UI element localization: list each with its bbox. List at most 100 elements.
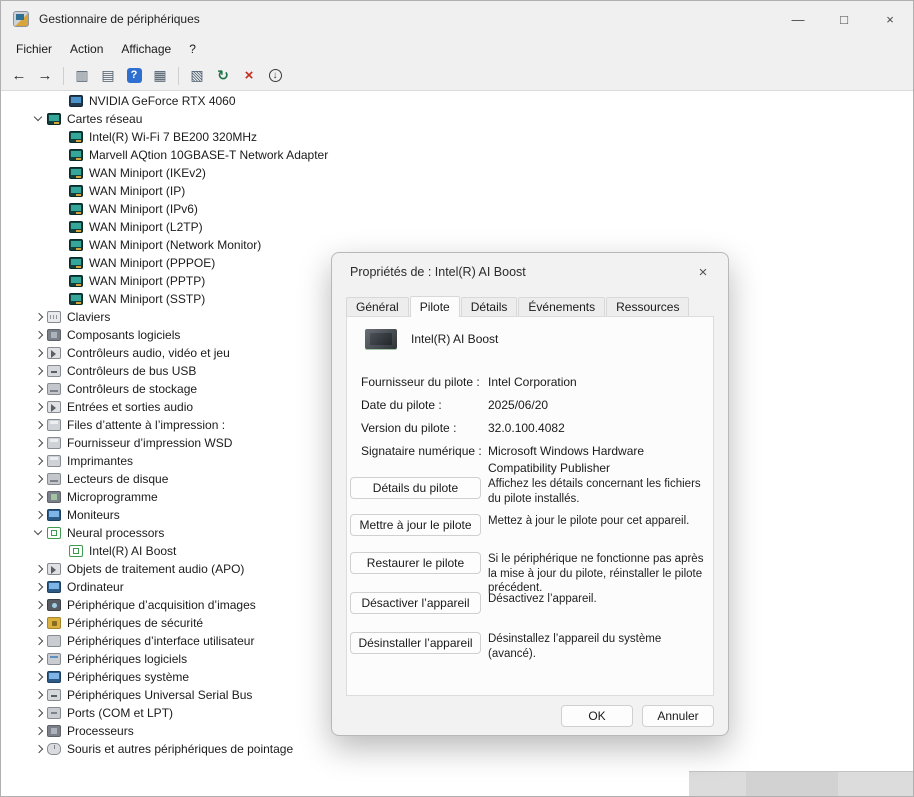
tab-details[interactable]: Détails bbox=[461, 297, 518, 316]
tree-item[interactable]: WAN Miniport (L2TP) bbox=[1, 218, 913, 236]
leaf-spacer bbox=[53, 183, 69, 199]
help-button[interactable]: ? bbox=[122, 64, 146, 88]
menu-item-?[interactable]: ? bbox=[180, 39, 205, 59]
tree-item[interactable]: Souris et autres périphériques de pointa… bbox=[1, 740, 913, 758]
tree-item[interactable]: WAN Miniport (IPv6) bbox=[1, 200, 913, 218]
tree-item-label: Microprogramme bbox=[67, 490, 158, 504]
tree-item-label: Souris et autres périphériques de pointa… bbox=[67, 742, 293, 756]
disable-device-description: Désactivez l’appareil. bbox=[488, 592, 707, 607]
tab-driver[interactable]: Pilote bbox=[410, 296, 460, 317]
action-row: Désactiver l’appareilDésactivez l’appare… bbox=[347, 592, 707, 607]
audio-io-icon bbox=[47, 401, 61, 413]
properties-icon: ▦ bbox=[153, 67, 166, 84]
tree-item[interactable]: WAN Miniport (IKEv2) bbox=[1, 164, 913, 182]
chevron-right-icon[interactable] bbox=[31, 399, 47, 415]
leaf-spacer bbox=[53, 255, 69, 271]
chevron-right-icon[interactable] bbox=[31, 705, 47, 721]
tab-resources[interactable]: Ressources bbox=[606, 297, 689, 316]
hid-device-icon bbox=[47, 635, 61, 647]
tree-item[interactable]: WAN Miniport (IP) bbox=[1, 182, 913, 200]
display-adapter-icon bbox=[69, 95, 83, 107]
dialog-title: Propriétés de : Intel(R) AI Boost bbox=[350, 265, 526, 279]
tree-item-label: WAN Miniport (IPv6) bbox=[89, 202, 198, 216]
tree-item[interactable]: Marvell AQtion 10GBASE-T Network Adapter bbox=[1, 146, 913, 164]
chevron-right-icon[interactable] bbox=[31, 507, 47, 523]
ports-icon bbox=[47, 707, 61, 719]
chevron-right-icon[interactable] bbox=[31, 615, 47, 631]
storage-controller-icon bbox=[47, 383, 61, 395]
network-adapter-icon bbox=[69, 293, 83, 305]
scan-hardware-changes-button[interactable]: ↻ bbox=[211, 64, 235, 88]
software-component-icon bbox=[47, 329, 61, 341]
imaging-device-icon bbox=[47, 599, 61, 611]
disable-device-button[interactable]: Désactiver l’appareil bbox=[350, 592, 481, 614]
help-icon: ? bbox=[127, 68, 142, 83]
mouse-icon bbox=[47, 743, 61, 755]
tab-events[interactable]: Événements bbox=[518, 297, 605, 316]
tree-item-label: WAN Miniport (L2TP) bbox=[89, 220, 203, 234]
chevron-right-icon[interactable] bbox=[31, 633, 47, 649]
disable-device-button[interactable]: ↓ bbox=[263, 64, 287, 88]
tree-item[interactable]: Intel(R) Wi-Fi 7 BE200 320MHz bbox=[1, 128, 913, 146]
ok-button[interactable]: OK bbox=[561, 705, 633, 727]
chevron-right-icon[interactable] bbox=[31, 345, 47, 361]
menu-item-fichier[interactable]: Fichier bbox=[7, 39, 61, 59]
tree-item-label: Claviers bbox=[67, 310, 110, 324]
dialog-close-button[interactable]: × bbox=[692, 261, 714, 283]
chevron-right-icon[interactable] bbox=[31, 651, 47, 667]
rollback-driver-button[interactable]: Restaurer le pilote bbox=[350, 552, 481, 574]
close-button[interactable]: × bbox=[867, 1, 913, 37]
cancel-button[interactable]: Annuler bbox=[642, 705, 714, 727]
uninstall-device-button[interactable]: Désinstaller l’appareil bbox=[350, 632, 481, 654]
menu-item-affichage[interactable]: Affichage bbox=[112, 39, 180, 59]
chevron-right-icon[interactable] bbox=[31, 453, 47, 469]
chevron-right-icon[interactable] bbox=[31, 687, 47, 703]
chevron-right-icon[interactable] bbox=[31, 435, 47, 451]
menu-item-action[interactable]: Action bbox=[61, 39, 112, 59]
tree-item-label: Imprimantes bbox=[67, 454, 133, 468]
update-driver-button[interactable]: Mettre à jour le pilote bbox=[350, 514, 481, 536]
tab-general[interactable]: Général bbox=[346, 297, 409, 316]
chevron-right-icon[interactable] bbox=[31, 597, 47, 613]
export-list-button[interactable]: ▤ bbox=[96, 64, 120, 88]
maximize-icon: □ bbox=[840, 12, 848, 27]
chevron-right-icon[interactable] bbox=[31, 417, 47, 433]
network-adapter-icon bbox=[69, 185, 83, 197]
minimize-button[interactable]: — bbox=[775, 1, 821, 37]
tree-item-label: Entrées et sorties audio bbox=[67, 400, 193, 414]
titlebar: Gestionnaire de périphériques — □ × bbox=[1, 1, 913, 37]
show-console-tree-button[interactable]: ▥ bbox=[70, 64, 94, 88]
tree-item-label: WAN Miniport (IKEv2) bbox=[89, 166, 206, 180]
printer-icon bbox=[47, 419, 61, 431]
forward-button[interactable]: → bbox=[33, 64, 57, 88]
update-driver-button[interactable]: ▧ bbox=[185, 64, 209, 88]
maximize-button[interactable]: □ bbox=[821, 1, 867, 37]
update-driver-description: Mettez à jour le pilote pour cet apparei… bbox=[488, 514, 707, 529]
chevron-right-icon[interactable] bbox=[31, 471, 47, 487]
chevron-right-icon[interactable] bbox=[31, 489, 47, 505]
chevron-right-icon[interactable] bbox=[31, 723, 47, 739]
chevron-down-icon[interactable] bbox=[31, 525, 47, 541]
properties-button[interactable]: ▦ bbox=[148, 64, 172, 88]
back-button[interactable]: ← bbox=[7, 64, 31, 88]
chevron-right-icon[interactable] bbox=[31, 381, 47, 397]
audio-io-icon bbox=[47, 563, 61, 575]
chevron-right-icon[interactable] bbox=[31, 309, 47, 325]
chevron-right-icon[interactable] bbox=[31, 561, 47, 577]
uninstall-device-icon: × bbox=[245, 67, 254, 84]
monitor-icon bbox=[47, 509, 61, 521]
chevron-right-icon[interactable] bbox=[31, 669, 47, 685]
chevron-down-icon[interactable] bbox=[31, 111, 47, 127]
chevron-right-icon[interactable] bbox=[31, 363, 47, 379]
driver-details-button[interactable]: Détails du pilote bbox=[350, 477, 481, 499]
tree-item[interactable]: NVIDIA GeForce RTX 4060 bbox=[1, 92, 913, 110]
chevron-right-icon[interactable] bbox=[31, 579, 47, 595]
tree-item-label: Intel(R) Wi-Fi 7 BE200 320MHz bbox=[89, 130, 257, 144]
chevron-right-icon[interactable] bbox=[31, 327, 47, 343]
driver-tab-page: Intel(R) AI Boost Fournisseur du pilote … bbox=[346, 316, 714, 696]
chevron-right-icon[interactable] bbox=[31, 741, 47, 757]
software-device-icon bbox=[47, 653, 61, 665]
tree-item[interactable]: Cartes réseau bbox=[1, 110, 913, 128]
uninstall-device-button[interactable]: × bbox=[237, 64, 261, 88]
leaf-spacer bbox=[53, 273, 69, 289]
